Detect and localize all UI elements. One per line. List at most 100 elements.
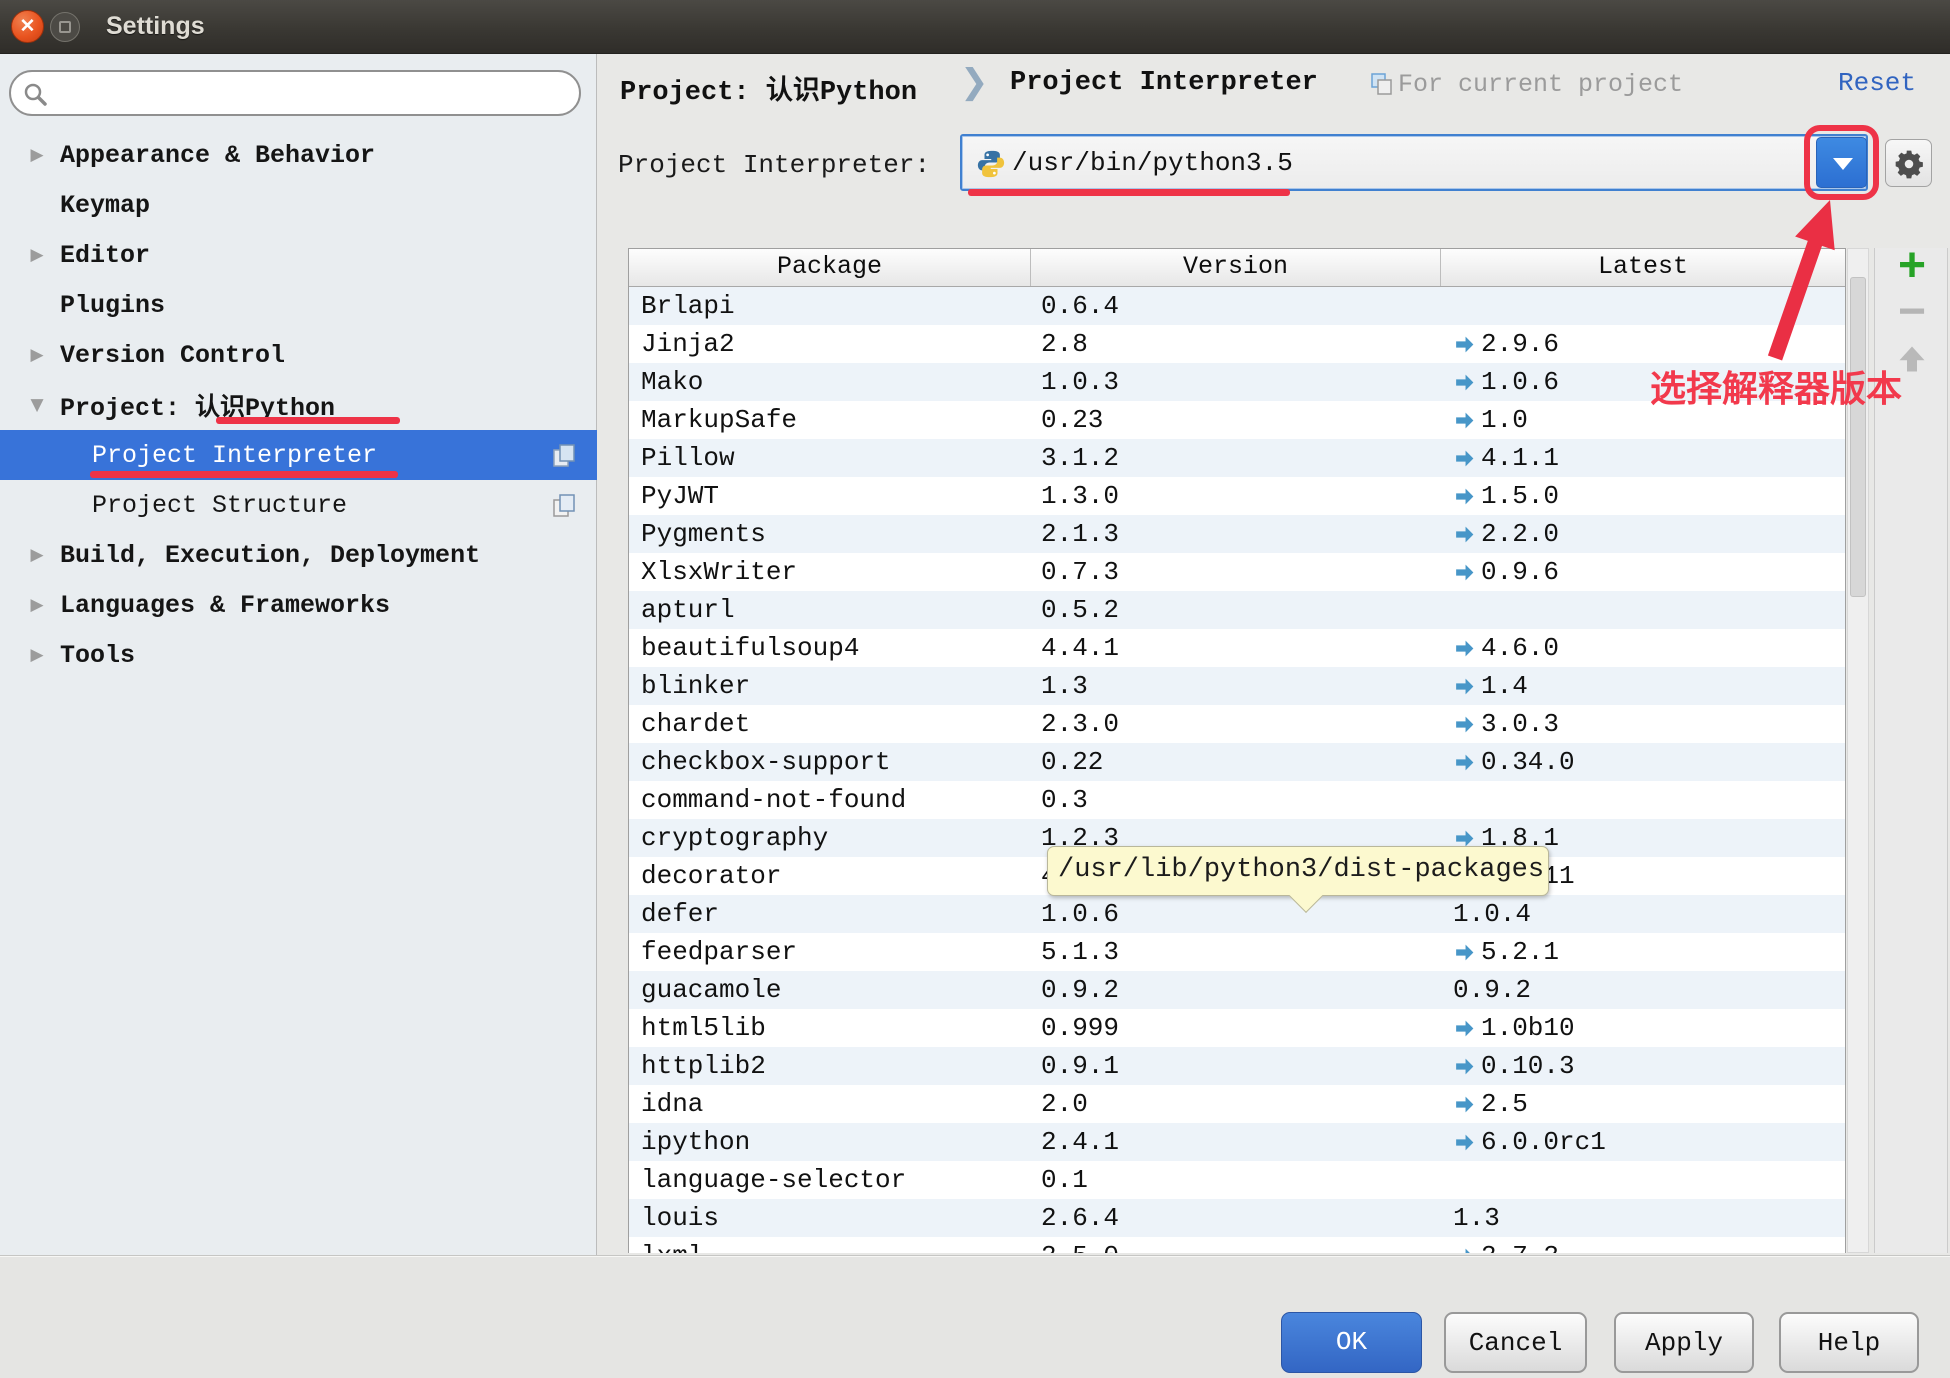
uninstall-package-button[interactable]: −	[1875, 288, 1949, 336]
cell-version[interactable]: 1.0.6	[1031, 899, 1441, 929]
table-row[interactable]: XlsxWriter 0.7.3 0.9.6	[629, 553, 1845, 591]
ok-button[interactable]: OK	[1281, 1312, 1422, 1373]
cell-latest[interactable]: 0.10.3	[1441, 1051, 1841, 1081]
sidebar-item-plugins[interactable]: Plugins	[0, 280, 597, 330]
cell-latest[interactable]: 0.9.2	[1441, 975, 1841, 1005]
cell-latest[interactable]: 1.0.4	[1441, 899, 1841, 929]
chevron-right-icon[interactable]: ▶	[26, 345, 48, 365]
chevron-right-icon[interactable]: ▶	[26, 245, 48, 265]
sidebar-item-version-control[interactable]: ▶ Version Control	[0, 330, 597, 380]
cell-version[interactable]: 2.1.3	[1031, 519, 1441, 549]
cell-latest[interactable]: 1.3	[1441, 1203, 1841, 1233]
table-row[interactable]: Pygments 2.1.3 2.2.0	[629, 515, 1845, 553]
cell-latest[interactable]: 2.5	[1441, 1089, 1841, 1119]
sidebar-item-project-structure[interactable]: Project Structure	[0, 480, 597, 530]
cell-latest[interactable]: 3.0.3	[1441, 709, 1841, 739]
sidebar-item-appearance[interactable]: ▶ Appearance & Behavior	[0, 130, 597, 180]
table-row[interactable]: Brlapi 0.6.4	[629, 287, 1845, 325]
search-box[interactable]	[9, 70, 581, 116]
cell-package[interactable]: guacamole	[629, 975, 1031, 1005]
cell-version[interactable]: 1.3.0	[1031, 481, 1441, 511]
cell-package[interactable]: lxml	[629, 1241, 1031, 1253]
column-header-version[interactable]: Version	[1031, 249, 1441, 286]
chevron-right-icon[interactable]: ▶	[26, 595, 48, 615]
search-input[interactable]	[57, 76, 567, 110]
table-row[interactable]: Pillow 3.1.2 4.1.1	[629, 439, 1845, 477]
cell-package[interactable]: command-not-found	[629, 785, 1031, 815]
cell-latest[interactable]: 1.0b10	[1441, 1013, 1841, 1043]
sidebar-item-tools[interactable]: ▶ Tools	[0, 630, 597, 680]
cell-version[interactable]: 1.0.3	[1031, 367, 1441, 397]
table-row[interactable]: defer 1.0.6 1.0.4	[629, 895, 1845, 933]
table-row[interactable]: idna 2.0 2.5	[629, 1085, 1845, 1123]
cell-package[interactable]: decorator	[629, 861, 1031, 891]
table-row[interactable]: ipython 2.4.1 6.0.0rc1	[629, 1123, 1845, 1161]
cell-version[interactable]: 5.1.3	[1031, 937, 1441, 967]
table-row[interactable]: language-selector 0.1	[629, 1161, 1845, 1199]
cell-version[interactable]: 0.1	[1031, 1165, 1441, 1195]
table-row[interactable]: httplib2 0.9.1 0.10.3	[629, 1047, 1845, 1085]
chevron-right-icon[interactable]: ▶	[26, 545, 48, 565]
cell-version[interactable]: 3.5.0	[1031, 1241, 1441, 1253]
table-row[interactable]: guacamole 0.9.2 0.9.2	[629, 971, 1845, 1009]
cell-latest[interactable]: 2.2.0	[1441, 519, 1841, 549]
cell-version[interactable]: 2.8	[1031, 329, 1441, 359]
cell-package[interactable]: html5lib	[629, 1013, 1031, 1043]
cell-package[interactable]: httplib2	[629, 1051, 1031, 1081]
cell-version[interactable]: 3.1.2	[1031, 443, 1441, 473]
cell-version[interactable]: 2.0	[1031, 1089, 1441, 1119]
table-row[interactable]: Jinja2 2.8 2.9.6	[629, 325, 1845, 363]
cell-latest[interactable]: 5.2.1	[1441, 937, 1841, 967]
cell-package[interactable]: Brlapi	[629, 291, 1031, 321]
cell-package[interactable]: chardet	[629, 709, 1031, 739]
maximize-button[interactable]	[50, 12, 80, 42]
interpreter-settings-button[interactable]	[1885, 139, 1932, 187]
cell-package[interactable]: blinker	[629, 671, 1031, 701]
sidebar-item-keymap[interactable]: Keymap	[0, 180, 597, 230]
cell-latest[interactable]: 6.0.0rc1	[1441, 1127, 1841, 1157]
install-package-button[interactable]: +	[1875, 242, 1949, 290]
cell-package[interactable]: checkbox-support	[629, 747, 1031, 777]
chevron-right-icon[interactable]: ▶	[26, 645, 48, 665]
help-button[interactable]: Help	[1779, 1312, 1919, 1373]
cell-version[interactable]: 4.4.1	[1031, 633, 1441, 663]
cell-package[interactable]: idna	[629, 1089, 1031, 1119]
cell-version[interactable]: 2.4.1	[1031, 1127, 1441, 1157]
cell-package[interactable]: Jinja2	[629, 329, 1031, 359]
cell-version[interactable]: 0.5.2	[1031, 595, 1441, 625]
cell-version[interactable]: 1.3	[1031, 671, 1441, 701]
table-row[interactable]: apturl 0.5.2	[629, 591, 1845, 629]
apply-button[interactable]: Apply	[1614, 1312, 1754, 1373]
cell-version[interactable]: 0.9.2	[1031, 975, 1441, 1005]
cell-version[interactable]: 0.999	[1031, 1013, 1441, 1043]
table-row[interactable]: feedparser 5.1.3 5.2.1	[629, 933, 1845, 971]
table-row[interactable]: beautifulsoup4 4.4.1 4.6.0	[629, 629, 1845, 667]
column-header-package[interactable]: Package	[629, 249, 1031, 286]
sidebar-item-editor[interactable]: ▶ Editor	[0, 230, 597, 280]
cell-latest[interactable]: 1.5.0	[1441, 481, 1841, 511]
table-row[interactable]: PyJWT 1.3.0 1.5.0	[629, 477, 1845, 515]
cell-version[interactable]: 2.3.0	[1031, 709, 1441, 739]
cell-package[interactable]: PyJWT	[629, 481, 1031, 511]
cell-package[interactable]: apturl	[629, 595, 1031, 625]
sidebar-item-languages[interactable]: ▶ Languages & Frameworks	[0, 580, 597, 630]
interpreter-combobox[interactable]: /usr/bin/python3.5	[960, 134, 1868, 191]
cell-package[interactable]: Pillow	[629, 443, 1031, 473]
reset-link[interactable]: Reset	[1838, 68, 1916, 98]
cell-latest[interactable]: 4.6.0	[1441, 633, 1841, 663]
cell-latest[interactable]: 4.1.1	[1441, 443, 1841, 473]
chevron-right-icon[interactable]: ▶	[26, 145, 48, 165]
table-row[interactable]: louis 2.6.4 1.3	[629, 1199, 1845, 1237]
cancel-button[interactable]: Cancel	[1444, 1312, 1587, 1373]
cell-latest[interactable]: 1.4	[1441, 671, 1841, 701]
cell-version[interactable]: 0.7.3	[1031, 557, 1441, 587]
table-row[interactable]: lxml3.5.0 3.7.3	[629, 1237, 1845, 1253]
cell-package[interactable]: cryptography	[629, 823, 1031, 853]
cell-version[interactable]: 2.6.4	[1031, 1203, 1441, 1233]
cell-latest[interactable]: 0.34.0	[1441, 747, 1841, 777]
cell-package[interactable]: MarkupSafe	[629, 405, 1031, 435]
cell-version[interactable]: 0.9.1	[1031, 1051, 1441, 1081]
cell-package[interactable]: Pygments	[629, 519, 1031, 549]
cell-version[interactable]: 0.22	[1031, 747, 1441, 777]
cell-package[interactable]: language-selector	[629, 1165, 1031, 1195]
